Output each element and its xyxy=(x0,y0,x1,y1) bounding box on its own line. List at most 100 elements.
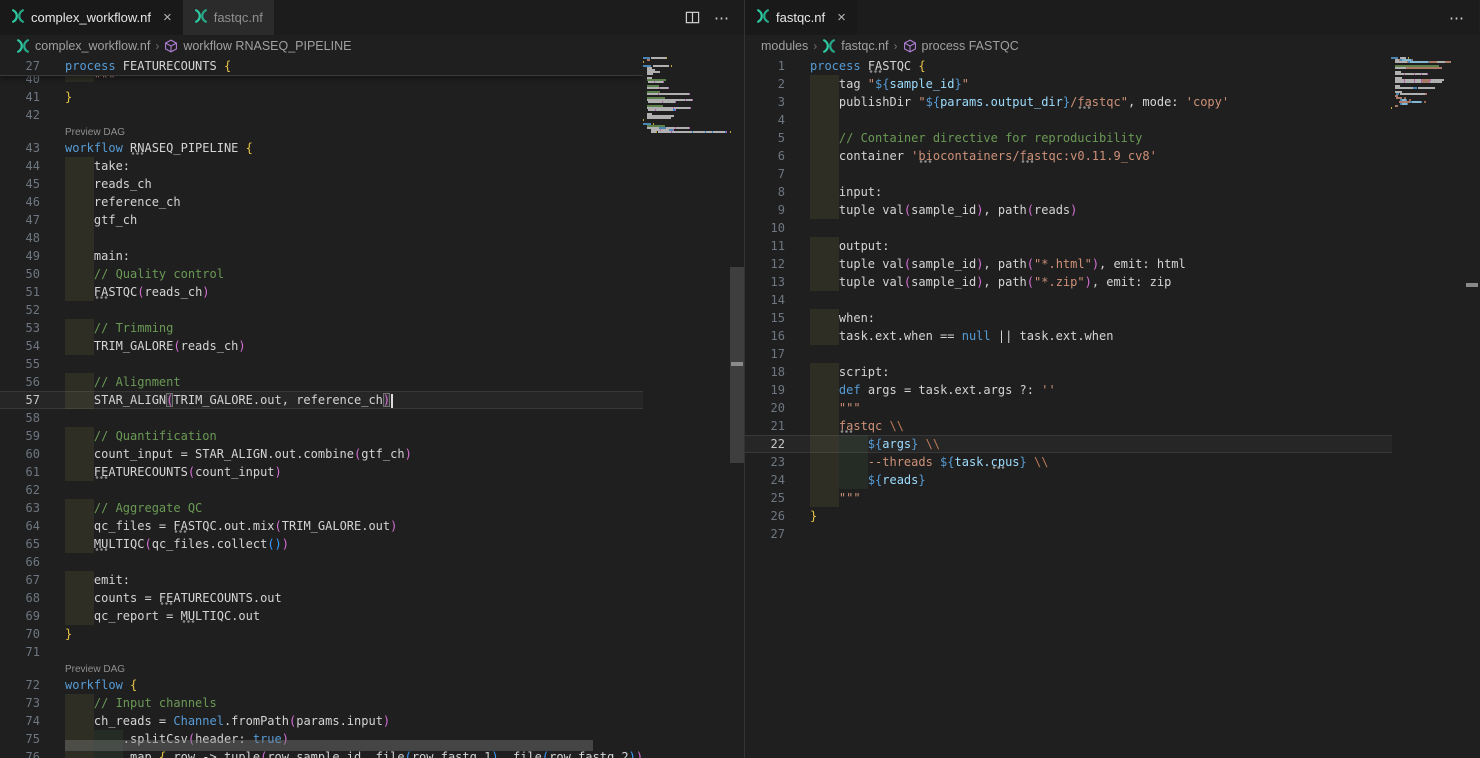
line-number: 21 xyxy=(745,417,785,435)
code-line[interactable]: 73 // Input channels xyxy=(0,694,643,712)
breadcrumb-item[interactable]: workflow RNASEQ_PIPELINE xyxy=(164,39,351,53)
code-line[interactable]: 71 xyxy=(0,643,643,661)
code-area[interactable]: 1process FASTQC {2 tag "${sample_id}"3 p… xyxy=(745,57,1392,758)
code-editor-right[interactable]: 1process FASTQC {2 tag "${sample_id}"3 p… xyxy=(745,57,1479,758)
code-line[interactable]: 66 xyxy=(0,553,643,571)
line-number: 70 xyxy=(0,625,40,643)
code-line[interactable]: 53 // Trimming xyxy=(0,319,643,337)
code-line[interactable]: 50 // Quality control xyxy=(0,265,643,283)
code-line[interactable]: 25 """ xyxy=(745,489,1392,507)
code-line[interactable]: 15 when: xyxy=(745,309,1392,327)
code-line[interactable]: 11 output: xyxy=(745,237,1392,255)
code-line[interactable]: 47 gtf_ch xyxy=(0,211,643,229)
code-line[interactable]: 51 FASTQC(reads_ch) xyxy=(0,283,643,301)
codelens-row[interactable]: Preview DAG xyxy=(0,124,643,139)
code-line[interactable]: 27 xyxy=(745,525,1392,543)
code-line[interactable]: 56 // Alignment xyxy=(0,373,643,391)
code-line[interactable]: 17 xyxy=(745,345,1392,363)
editor-workbench: complex_workflow.nf × fastqc.nf ⋯ comple… xyxy=(0,0,1480,758)
code-line[interactable]: 67 emit: xyxy=(0,571,643,589)
code-line[interactable]: 62 xyxy=(0,481,643,499)
code-line[interactable]: 68 counts = FEATURECOUNTS.out xyxy=(0,589,643,607)
breadcrumb-item[interactable]: complex_workflow.nf xyxy=(16,39,150,53)
code-line[interactable]: 1process FASTQC { xyxy=(745,57,1392,75)
code-line[interactable]: 42 xyxy=(0,106,643,124)
vertical-scrollbar[interactable] xyxy=(1465,57,1479,758)
more-actions-icon[interactable]: ⋯ xyxy=(714,9,730,27)
code-line[interactable]: 16 task.ext.when == null || task.ext.whe… xyxy=(745,327,1392,345)
code-line[interactable]: 44 take: xyxy=(0,157,643,175)
code-line[interactable]: 12 tuple val(sample_id), path("*.html"),… xyxy=(745,255,1392,273)
code-line[interactable]: 72workflow { xyxy=(0,676,643,694)
breadcrumb-item[interactable]: process FASTQC xyxy=(903,39,1019,53)
code-line[interactable]: 45 reads_ch xyxy=(0,175,643,193)
tab-actions-right: ⋯ xyxy=(1435,0,1479,35)
sticky-scroll-line[interactable]: 27process FEATURECOUNTS { xyxy=(0,57,643,76)
code-area[interactable]: 27process FEATURECOUNTS {40 """41}42 Prev… xyxy=(0,57,643,758)
code-line[interactable]: 74 ch_reads = Channel.fromPath(params.in… xyxy=(0,712,643,730)
close-icon[interactable]: × xyxy=(837,10,846,25)
split-editor-icon[interactable] xyxy=(685,10,700,25)
code-line[interactable]: 4 xyxy=(745,111,1392,129)
code-line[interactable]: 58 xyxy=(0,409,643,427)
code-line[interactable]: 57 STAR_ALIGN(TRIM_GALORE.out, reference… xyxy=(0,391,643,409)
code-line[interactable]: 59 // Quantification xyxy=(0,427,643,445)
breadcrumb-item[interactable]: fastqc.nf xyxy=(822,39,888,53)
tab-fastqc-left[interactable]: fastqc.nf xyxy=(183,0,274,35)
minimap[interactable] xyxy=(643,57,730,758)
code-line[interactable]: 8 input: xyxy=(745,183,1392,201)
code-line[interactable]: 55 xyxy=(0,355,643,373)
code-line[interactable]: 60 count_input = STAR_ALIGN.out.combine(… xyxy=(0,445,643,463)
code-line[interactable]: 52 xyxy=(0,301,643,319)
code-line[interactable]: 70} xyxy=(0,625,643,643)
tab-fastqc-right[interactable]: fastqc.nf × xyxy=(745,0,857,35)
code-line[interactable]: 18 script: xyxy=(745,363,1392,381)
code-line[interactable]: 48 xyxy=(0,229,643,247)
code-line[interactable]: 43workflow RNASEQ_PIPELINE { xyxy=(0,139,643,157)
code-line[interactable]: 2 tag "${sample_id}" xyxy=(745,75,1392,93)
line-number: 27 xyxy=(0,57,40,75)
codelens-link[interactable]: Preview DAG xyxy=(65,664,125,675)
code-line[interactable]: 40 """ xyxy=(0,76,643,88)
code-line[interactable]: 3 publishDir "${params.output_dir}/fastq… xyxy=(745,93,1392,111)
horizontal-scrollbar[interactable] xyxy=(65,740,593,751)
code-line[interactable]: 46 reference_ch xyxy=(0,193,643,211)
close-icon[interactable]: × xyxy=(163,10,172,25)
minimap[interactable] xyxy=(1391,57,1465,758)
code-line[interactable]: 9 tuple val(sample_id), path(reads) xyxy=(745,201,1392,219)
code-line[interactable]: 24 ${reads} xyxy=(745,471,1392,489)
tab-complex-workflow[interactable]: complex_workflow.nf × xyxy=(0,0,183,35)
vertical-scrollbar[interactable] xyxy=(730,57,744,758)
codelens-link[interactable]: Preview DAG xyxy=(65,127,125,138)
code-line[interactable]: 64 qc_files = FASTQC.out.mix(TRIM_GALORE… xyxy=(0,517,643,535)
code-line[interactable]: 10 xyxy=(745,219,1392,237)
code-content xyxy=(785,291,1392,309)
code-line[interactable]: 21 fastqc \\ xyxy=(745,417,1392,435)
code-line[interactable]: 6 container 'biocontainers/fastqc:v0.11.… xyxy=(745,147,1392,165)
code-line[interactable]: 41} xyxy=(0,88,643,106)
code-content: Preview DAG xyxy=(40,661,643,676)
indent-guide-band xyxy=(810,381,839,399)
codelens-row[interactable]: Preview DAG xyxy=(0,661,643,676)
line-number: 41 xyxy=(0,88,40,106)
code-content xyxy=(785,345,1392,363)
code-line[interactable]: 22 ${args} \\ xyxy=(745,435,1392,453)
code-line[interactable]: 65 MULTIQC(qc_files.collect()) xyxy=(0,535,643,553)
code-line[interactable]: 13 tuple val(sample_id), path("*.zip"), … xyxy=(745,273,1392,291)
breadcrumb-item[interactable]: modules xyxy=(761,39,808,53)
code-line[interactable]: 20 """ xyxy=(745,399,1392,417)
code-line[interactable]: 54 TRIM_GALORE(reads_ch) xyxy=(0,337,643,355)
code-editor-left[interactable]: 27process FEATURECOUNTS {40 """41}42 Prev… xyxy=(0,57,744,758)
chevron-right-icon: › xyxy=(894,39,898,53)
code-line[interactable]: 61 FEATURECOUNTS(count_input) xyxy=(0,463,643,481)
code-line[interactable]: 19 def args = task.ext.args ?: '' xyxy=(745,381,1392,399)
code-line[interactable]: 26} xyxy=(745,507,1392,525)
code-line[interactable]: 14 xyxy=(745,291,1392,309)
code-line[interactable]: 69 qc_report = MULTIQC.out xyxy=(0,607,643,625)
code-line[interactable]: 23 --threads ${task.cpus} \\ xyxy=(745,453,1392,471)
code-line[interactable]: 7 xyxy=(745,165,1392,183)
code-line[interactable]: 5 // Container directive for reproducibi… xyxy=(745,129,1392,147)
code-line[interactable]: 49 main: xyxy=(0,247,643,265)
code-line[interactable]: 63 // Aggregate QC xyxy=(0,499,643,517)
more-actions-icon[interactable]: ⋯ xyxy=(1449,9,1465,27)
